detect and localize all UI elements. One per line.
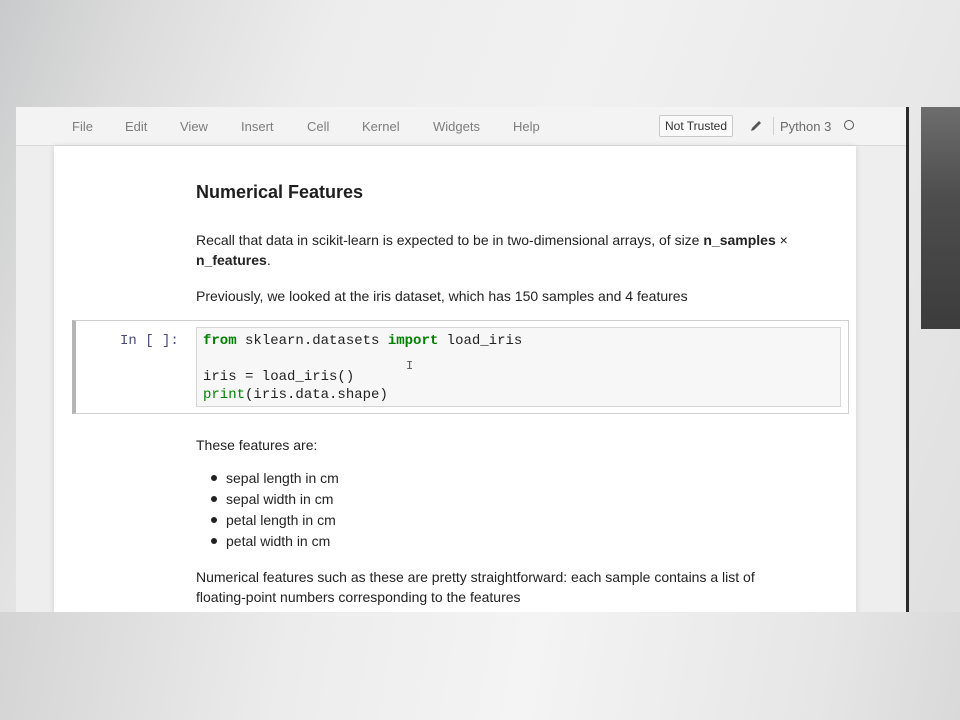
intro-n-features: n_features [196, 252, 267, 268]
code-line-assign: iris = load_iris() [203, 369, 355, 385]
markdown-intro: Recall that data in scikit-learn is expe… [196, 230, 836, 270]
intro-period: . [266, 252, 271, 268]
code-editor[interactable]: from sklearn.datasets import load_iris i… [196, 327, 841, 407]
menu-file[interactable]: File [72, 119, 93, 134]
code-keyword-import: import [387, 333, 439, 349]
markdown-features-intro: These features are: [196, 437, 318, 453]
menu-widgets[interactable]: Widgets [433, 119, 480, 134]
not-trusted-button[interactable]: Not Trusted [659, 115, 734, 137]
notebook-window: File Edit View Insert Cell Kernel Widget… [16, 107, 908, 612]
menu-help[interactable]: Help [513, 119, 540, 134]
kernel-divider [773, 117, 774, 135]
menu-bar: File Edit View Insert Cell Kernel Widget… [16, 107, 908, 146]
pencil-icon[interactable] [749, 119, 763, 133]
list-item: sepal length in cm [196, 468, 339, 489]
features-list: sepal length in cm sepal width in cm pet… [196, 468, 339, 552]
input-prompt: In [ ]: [120, 333, 179, 349]
text-cursor-icon: I [406, 359, 414, 373]
code-print-args: (iris.data.shape) [245, 387, 388, 403]
code-cell[interactable]: In [ ]: from sklearn.datasets import loa… [72, 320, 849, 414]
notebook-container: Numerical Features Recall that data in s… [54, 146, 856, 612]
adjacent-screen [921, 107, 960, 329]
menu-edit[interactable]: Edit [125, 119, 147, 134]
menu-view[interactable]: View [180, 119, 208, 134]
kernel-idle-indicator-icon [844, 120, 854, 130]
kernel-name: Python 3 [780, 119, 832, 134]
markdown-previously: Previously, we looked at the iris datase… [196, 288, 688, 304]
intro-n-samples: n_samples [703, 232, 776, 248]
intro-text: Recall that data in scikit-learn is expe… [196, 232, 704, 248]
code-print-builtin: print [203, 387, 246, 403]
menu-insert[interactable]: Insert [241, 119, 274, 134]
markdown-closing: Numerical features such as these are pre… [196, 569, 755, 605]
intro-times: × [775, 232, 788, 248]
list-item: petal length in cm [196, 510, 339, 531]
list-item: sepal width in cm [196, 489, 339, 510]
menu-kernel[interactable]: Kernel [362, 119, 400, 134]
code-module: sklearn.datasets [236, 333, 388, 349]
monitor-edge [906, 107, 909, 612]
menu-cell[interactable]: Cell [307, 119, 329, 134]
code-import-name: load_iris [438, 333, 523, 349]
list-item: petal width in cm [196, 531, 339, 552]
markdown-heading: Numerical Features [196, 182, 364, 202]
code-keyword-from: from [203, 333, 237, 349]
background-desk [0, 612, 960, 720]
